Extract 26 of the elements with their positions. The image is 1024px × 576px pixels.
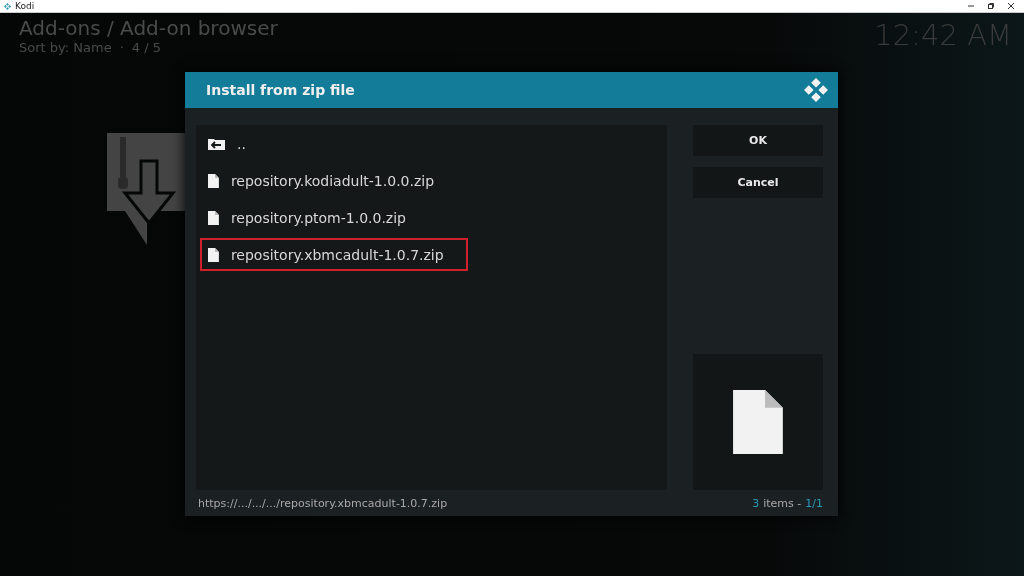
separator-dot: · xyxy=(119,41,124,55)
window-title: Kodi xyxy=(15,0,35,12)
restore-icon[interactable] xyxy=(988,3,994,9)
file-icon xyxy=(208,173,219,188)
file-icon xyxy=(208,210,219,225)
file-icon xyxy=(733,390,783,454)
ok-button[interactable]: OK xyxy=(693,125,823,156)
file-row[interactable]: repository.kodiadult-1.0.0.zip xyxy=(200,164,663,197)
kodi-logo-icon xyxy=(4,2,11,10)
file-path: https://.../.../.../repository.xbmcadult-1.0.7.zip xyxy=(198,496,448,510)
minimize-icon[interactable] xyxy=(968,3,974,9)
file-row[interactable]: repository.ptom-1.0.0.zip xyxy=(200,201,663,234)
cancel-button[interactable]: Cancel xyxy=(693,167,823,198)
kodi-logo-icon xyxy=(804,78,828,102)
file-row[interactable]: .. xyxy=(200,127,663,160)
file-row[interactable]: repository.xbmcadult-1.0.7.zip xyxy=(200,238,468,271)
close-icon[interactable] xyxy=(1008,3,1014,9)
file-icon xyxy=(208,247,219,262)
item-count: 3 xyxy=(752,496,760,510)
breadcrumb: Add-ons / Add-on browser xyxy=(19,15,278,41)
sort-label: Sort by: Name xyxy=(19,41,112,55)
folder-back-icon xyxy=(208,137,225,150)
items-label: items - xyxy=(763,496,802,510)
position-counter: 4 / 5 xyxy=(131,41,161,55)
dialog-title: Install from zip file xyxy=(206,82,355,98)
page-counter: 1/1 xyxy=(805,496,823,510)
